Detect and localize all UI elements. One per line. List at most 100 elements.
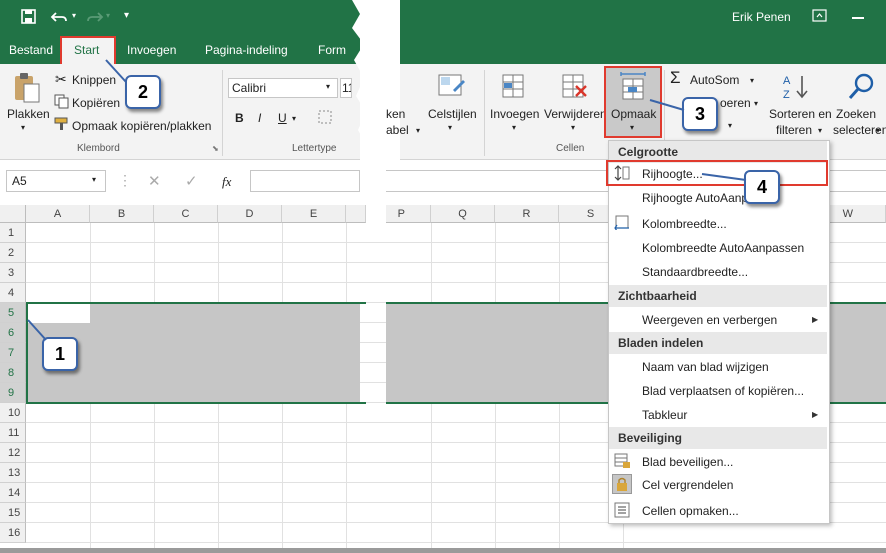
menu-item-standard-width[interactable]: Standaardbreedte...: [642, 265, 748, 279]
clear-button-dropdown-icon[interactable]: ▾: [728, 121, 732, 130]
row-header[interactable]: 1: [0, 223, 26, 243]
group-label-klembord: Klembord: [77, 143, 120, 154]
row-header[interactable]: 6: [0, 323, 26, 343]
format-as-table-dropdown-icon[interactable]: ▾: [416, 126, 420, 135]
sort-filter-button[interactable]: Sorteren en: [769, 107, 832, 121]
format-painter-button[interactable]: Opmaak kopiëren/plakken: [72, 119, 211, 133]
minimize-icon[interactable]: [852, 17, 864, 19]
menu-item-column-width-auto[interactable]: Kolombreedte AutoAanpassen: [642, 241, 804, 255]
delete-cells-button[interactable]: Verwijderen: [544, 107, 607, 121]
paste-dropdown-icon[interactable]: ▾: [21, 123, 25, 132]
undo-dropdown-icon[interactable]: ▾: [72, 11, 76, 20]
tab-pagina-indeling[interactable]: Pagina-indeling: [205, 43, 288, 57]
clipboard-launcher-icon[interactable]: ⬊: [212, 144, 219, 153]
cell-styles-button[interactable]: Celstijlen: [428, 107, 477, 121]
format-as-table-partial[interactable]: ken: [386, 107, 405, 121]
format-painter-icon[interactable]: [54, 117, 70, 131]
row-header[interactable]: 2: [0, 243, 26, 263]
insert-cells-icon[interactable]: [500, 72, 528, 102]
row-header[interactable]: 10: [0, 403, 26, 423]
formula-input[interactable]: [250, 170, 360, 192]
lock-icon: [617, 477, 627, 491]
menu-item-protect-sheet[interactable]: Blad beveiligen...: [642, 455, 733, 469]
menu-header-bladen-indelen: Bladen indelen: [609, 332, 827, 354]
group-label-cellen: Cellen: [556, 143, 585, 154]
menu-item-lock-cell[interactable]: Cel vergrendelen: [642, 478, 733, 492]
ribbon-display-options-icon[interactable]: [812, 9, 828, 23]
copy-icon[interactable]: [54, 94, 69, 109]
menu-item-rename-sheet[interactable]: Naam van blad wijzigen: [642, 360, 769, 374]
sort-filter-label2[interactable]: filteren: [776, 123, 812, 137]
insert-dropdown-icon[interactable]: ▾: [512, 123, 516, 132]
paste-icon[interactable]: [12, 72, 42, 104]
cell-styles-icon[interactable]: [437, 72, 467, 102]
save-icon[interactable]: [20, 8, 38, 26]
delete-cells-icon[interactable]: [560, 72, 590, 102]
row-header[interactable]: 12: [0, 443, 26, 463]
row-header[interactable]: 5: [0, 303, 26, 323]
clear-dropdown-icon[interactable]: ▾: [754, 99, 758, 108]
col-header[interactable]: B: [90, 205, 154, 223]
find-icon[interactable]: [848, 72, 878, 102]
find-dropdown-icon[interactable]: ▾: [876, 126, 880, 135]
insert-cells-button[interactable]: Invoegen: [490, 107, 539, 121]
col-header[interactable]: C: [154, 205, 218, 223]
row-header[interactable]: 11: [0, 423, 26, 443]
menu-item-move-copy-sheet[interactable]: Blad verplaatsen of kopiëren...: [642, 384, 804, 398]
menu-header-zichtbaarheid: Zichtbaarheid: [609, 285, 827, 307]
row-header[interactable]: 4: [0, 283, 26, 303]
col-header[interactable]: A: [26, 205, 90, 223]
col-header[interactable]: D: [218, 205, 282, 223]
menu-item-row-height-auto[interactable]: Rijhoogte AutoAanpassen: [642, 191, 756, 205]
name-box-dropdown-icon[interactable]: ▾: [92, 175, 96, 184]
menu-item-show-hide[interactable]: Weergeven en verbergen: [642, 313, 777, 327]
row-header[interactable]: 7: [0, 343, 26, 363]
tab-bestand[interactable]: Bestand: [9, 43, 53, 57]
callout-4-pointer: [701, 173, 747, 181]
tab-invoegen[interactable]: Invoegen: [127, 43, 176, 57]
menu-item-row-height[interactable]: Rijhoogte...: [642, 167, 703, 181]
col-header[interactable]: R: [495, 205, 559, 223]
tab-start[interactable]: Start: [74, 43, 99, 57]
delete-dropdown-icon[interactable]: ▾: [571, 123, 575, 132]
row-header[interactable]: 9: [0, 383, 26, 403]
col-header[interactable]: P: [386, 205, 431, 223]
autosum-icon[interactable]: Σ: [670, 68, 681, 88]
customize-quick-access-icon[interactable]: ▾: [124, 10, 129, 21]
find-select-button[interactable]: Zoeken: [836, 107, 876, 121]
col-header[interactable]: E: [282, 205, 346, 223]
paste-button[interactable]: Plakken: [7, 107, 50, 121]
row-header[interactable]: 13: [0, 463, 26, 483]
row-header[interactable]: 16: [0, 523, 26, 543]
menu-item-tab-color[interactable]: Tabkleur: [642, 408, 687, 422]
insert-function-button[interactable]: fx: [222, 174, 231, 190]
cut-icon[interactable]: ✂: [55, 71, 67, 88]
fill-button-partial[interactable]: oeren: [720, 96, 751, 110]
format-as-table-partial2[interactable]: abel: [386, 123, 409, 137]
autosum-button[interactable]: AutoSom: [690, 73, 739, 87]
row-header[interactable]: 8: [0, 363, 26, 383]
user-name[interactable]: Erik Penen: [732, 10, 791, 24]
row-header[interactable]: 14: [0, 483, 26, 503]
sort-filter-icon[interactable]: AZ: [782, 72, 810, 102]
format-dropdown-icon[interactable]: ▾: [630, 123, 634, 132]
sort-dropdown-icon[interactable]: ▾: [818, 126, 822, 135]
callout-1-pointer: [27, 319, 47, 341]
italic-button[interactable]: I: [258, 111, 261, 125]
copy-button[interactable]: Kopiëren: [72, 96, 120, 110]
underline-dropdown-icon[interactable]: ▾: [292, 114, 296, 123]
menu-item-column-width[interactable]: Kolombreedte...: [642, 217, 727, 231]
menu-item-format-cells[interactable]: Cellen opmaken...: [642, 504, 739, 518]
column-width-icon: [614, 215, 629, 230]
cell-styles-dropdown-icon[interactable]: ▾: [448, 123, 452, 132]
format-cells-icon[interactable]: [617, 70, 649, 102]
col-header[interactable]: Q: [431, 205, 495, 223]
select-all-corner[interactable]: [0, 205, 26, 223]
submenu-arrow-icon: ▶: [812, 410, 819, 419]
row-header[interactable]: 15: [0, 503, 26, 523]
underline-button[interactable]: U: [278, 111, 287, 125]
autosum-dropdown-icon[interactable]: ▾: [750, 76, 754, 85]
undo-icon[interactable]: [50, 8, 72, 26]
bold-button[interactable]: B: [235, 111, 244, 125]
row-header[interactable]: 3: [0, 263, 26, 283]
